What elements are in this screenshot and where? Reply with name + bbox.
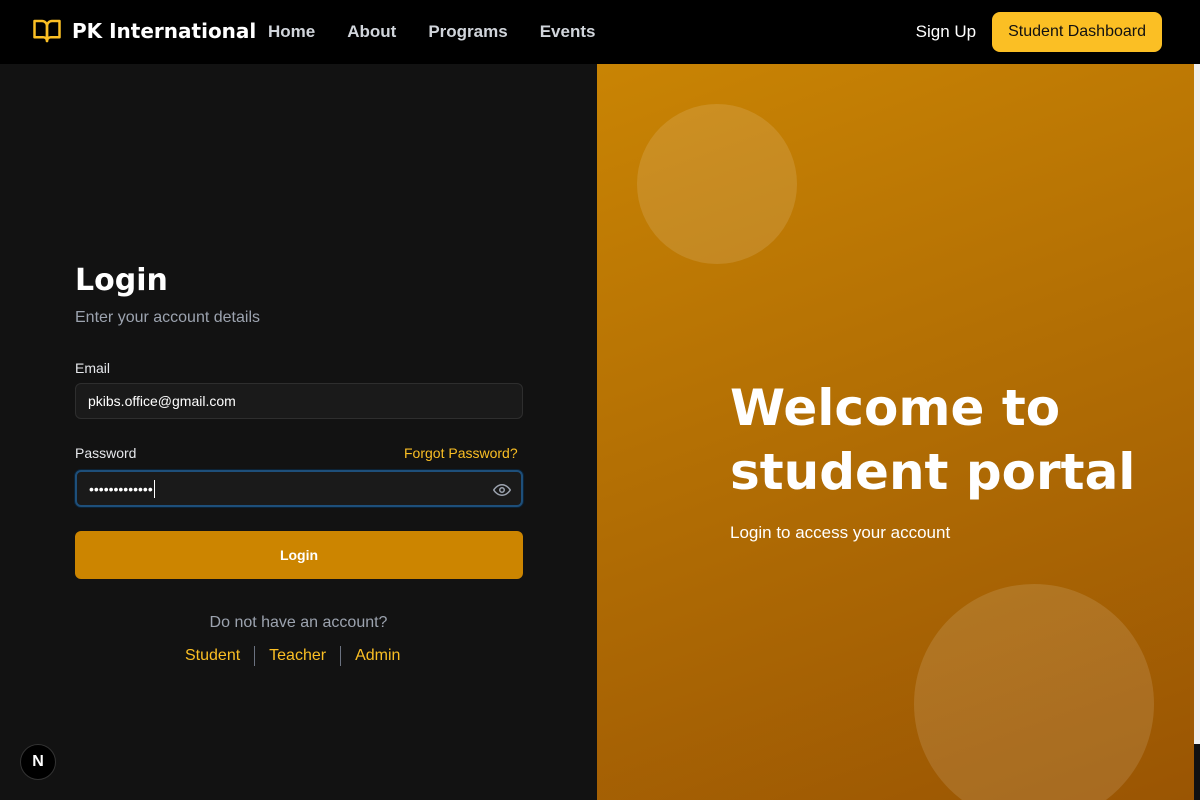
nav-programs[interactable]: Programs [428, 22, 507, 42]
sign-up-link[interactable]: Sign Up [916, 22, 976, 42]
book-icon [33, 19, 61, 43]
role-links: Student Teacher Admin [185, 646, 400, 666]
nav-about[interactable]: About [347, 22, 396, 42]
nav-actions: Sign Up Student Dashboard [916, 12, 1162, 52]
password-value: ••••••••••••• [89, 480, 153, 497]
no-account-text: Do not have an account? [209, 614, 388, 631]
teacher-signup-link[interactable]: Teacher [269, 647, 326, 665]
divider [254, 646, 256, 666]
login-title: Login [75, 263, 168, 298]
password-label: Password [75, 445, 137, 461]
nav-events[interactable]: Events [540, 22, 596, 42]
login-subtitle: Enter your account details [75, 309, 260, 326]
password-field[interactable]: ••••••••••••• [75, 470, 523, 507]
decorative-circle [637, 104, 797, 264]
nav-home[interactable]: Home [268, 22, 315, 42]
welcome-heading: Welcome to student portal [730, 379, 1136, 501]
login-button[interactable]: Login [75, 531, 523, 579]
divider [340, 646, 342, 666]
email-value: pkibs.office@gmail.com [88, 393, 236, 409]
forgot-password-link[interactable]: Forgot Password? [404, 445, 518, 461]
brand-name: PK International [72, 19, 257, 43]
student-dashboard-button[interactable]: Student Dashboard [992, 12, 1162, 52]
nav-links: Home About Programs Events [268, 0, 595, 64]
student-signup-link[interactable]: Student [185, 647, 240, 665]
text-caret [153, 479, 155, 498]
scrollbar[interactable] [1194, 64, 1200, 744]
admin-signup-link[interactable]: Admin [355, 647, 400, 665]
welcome-subtitle: Login to access your account [730, 523, 951, 542]
dev-badge[interactable]: N [20, 744, 56, 780]
top-navbar: PK International Home About Programs Eve… [0, 0, 1200, 64]
decorative-circle [914, 584, 1154, 800]
welcome-panel: Welcome to student portal Login to acces… [597, 64, 1194, 800]
login-panel: Login Enter your account details Email p… [0, 64, 597, 800]
brand-logo-link[interactable]: PK International [32, 16, 256, 46]
email-field[interactable]: pkibs.office@gmail.com [75, 383, 523, 419]
eye-icon[interactable] [493, 481, 511, 499]
email-label: Email [75, 360, 111, 376]
